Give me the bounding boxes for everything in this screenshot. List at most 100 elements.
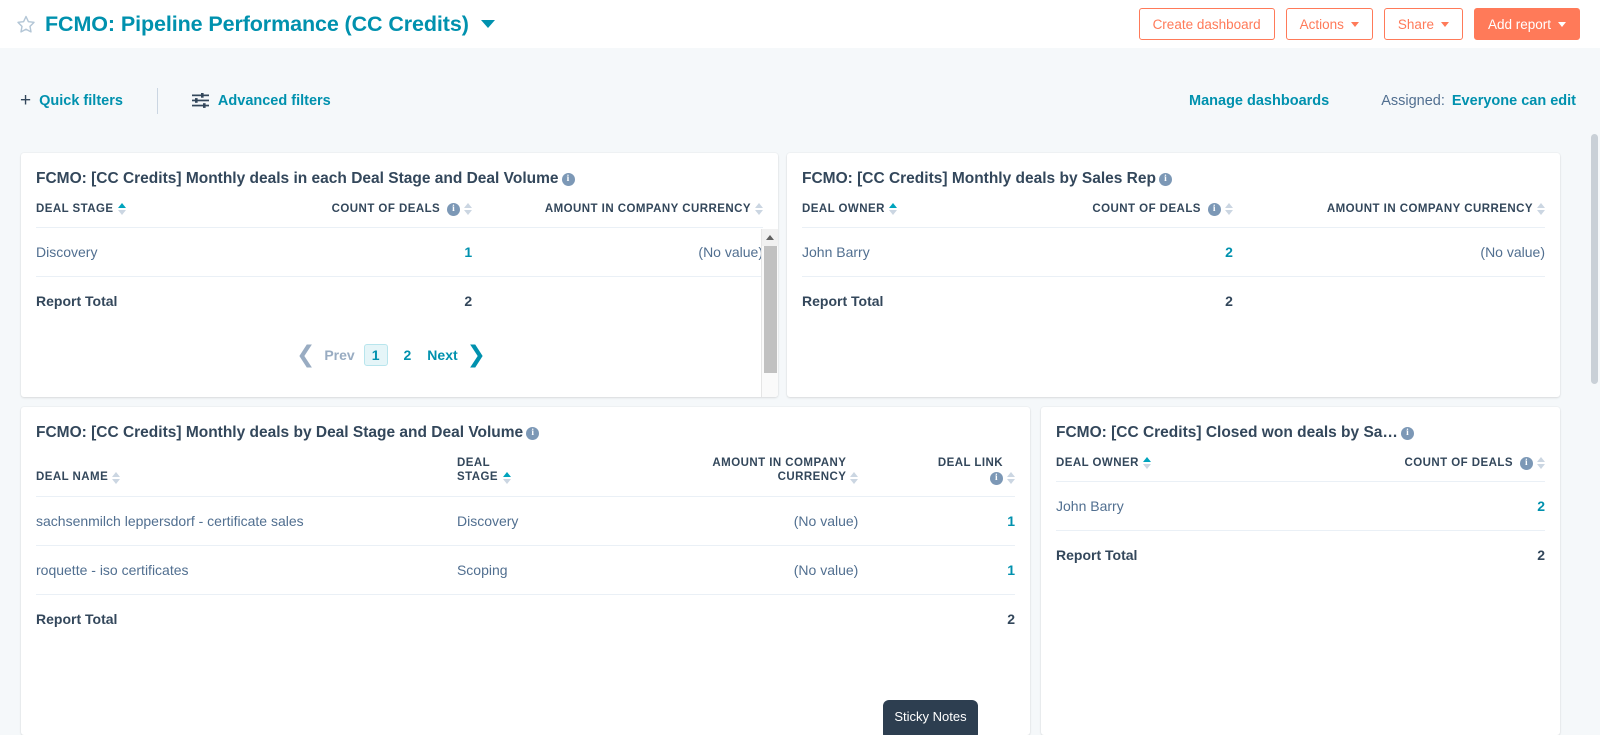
table-row[interactable]: sachsenmilch leppersdorf - certificate s… [36,495,1015,546]
report-card-closed-won-deals-by-sales-rep[interactable]: FCMO: [CC Credits] Closed won deals by S… [1041,407,1560,735]
report-table: DEAL OWNER COUNT OF DEALS i [1056,442,1545,580]
cell-amount: (No value) [472,227,763,277]
card-body: DEAL NAME DEAL STAGE AMOUNT IN COMPANY C… [21,442,1030,643]
table-row[interactable]: John Barry 2 (No value) [802,227,1545,277]
dashboard-title-group: FCMO: Pipeline Performance (CC Credits) [0,12,495,37]
pagination-page-2[interactable]: 2 [397,345,419,365]
column-header-amount-in-company-currency[interactable]: AMOUNT IN COMPANY CURRENCY [472,188,763,228]
pagination-prev-arrow-icon[interactable]: ❮ [296,343,315,366]
star-outline-icon[interactable] [16,14,36,34]
sort-icon[interactable] [1224,203,1233,216]
report-card-monthly-deals-by-stage-volume[interactable]: FCMO: [CC Credits] Monthly deals by Deal… [21,407,1030,735]
total-amount [472,276,763,326]
cell-count-of-deals[interactable]: 1 [275,227,473,277]
sort-icon[interactable] [888,203,897,216]
column-header-deal-name[interactable]: DEAL NAME [36,442,457,496]
report-card-monthly-deals-each-stage[interactable]: FCMO: [CC Credits] Monthly deals in each… [21,153,778,397]
total-count: 2 [1024,276,1233,326]
column-header-count-of-deals[interactable]: COUNT OF DEALS i [276,188,473,228]
column-label: DEAL LINK [937,457,1003,470]
share-button[interactable]: Share [1383,8,1463,40]
card-title: FCMO: [CC Credits] Monthly deals in each… [21,153,778,188]
column-label: AMOUNT IN COMPANY CURRENCY [1326,203,1533,215]
quick-filters-button[interactable]: + Quick filters [20,91,123,110]
add-report-label: Add report [1487,16,1551,32]
info-icon[interactable]: i [1158,172,1172,186]
column-header-deal-owner[interactable]: DEAL OWNER [802,188,1025,228]
column-header-deal-stage[interactable]: DEAL STAGE [457,442,604,496]
column-header-amount-in-company-currency[interactable]: AMOUNT IN COMPANY CURRENCY [604,442,859,496]
assigned-value-link[interactable]: Everyone can edit [1452,93,1576,109]
column-header-count-of-deals[interactable]: COUNT OF DEALS i [1310,442,1545,482]
sort-icon[interactable] [1142,457,1151,470]
pagination-page-1[interactable]: 1 [363,343,388,366]
add-report-button[interactable]: Add report [1473,8,1580,40]
pagination-next-arrow-icon[interactable]: ❯ [467,343,486,366]
sort-icon[interactable] [1007,471,1015,485]
info-icon[interactable]: i [561,172,575,186]
report-table: DEAL OWNER COUNT OF DEALS i [802,188,1545,326]
report-card-monthly-deals-by-sales-rep[interactable]: FCMO: [CC Credits] Monthly deals by Sale… [787,153,1560,397]
create-dashboard-button[interactable]: Create dashboard [1138,8,1275,40]
total-label: Report Total [36,593,457,643]
card-title-text: FCMO: [CC Credits] Monthly deals in each… [36,170,559,187]
cell-count-of-deals[interactable]: 2 [1310,481,1545,531]
info-icon[interactable]: i [526,426,540,440]
manage-dashboards-link[interactable]: Manage dashboards [1189,93,1329,109]
actions-label: Actions [1299,16,1344,32]
sort-icon[interactable] [502,471,511,485]
total-count: 2 [275,276,473,326]
card-scrollbar[interactable] [761,229,778,397]
sort-icon[interactable] [1537,457,1545,470]
table-row[interactable]: roquette - iso certificates Scoping (No … [36,544,1015,595]
cell-deal-stage: Discovery [36,227,276,277]
total-deal-link: 2 [858,593,1015,643]
cell-amount: (No value) [1232,227,1545,277]
share-label: Share [1397,16,1434,32]
info-icon[interactable]: i [990,471,1003,485]
column-header-amount-in-company-currency[interactable]: AMOUNT IN COMPANY CURRENCY [1233,188,1545,228]
total-label: Report Total [36,276,276,326]
column-label: DEAL STAGE [456,457,498,484]
sticky-notes-widget[interactable]: Sticky Notes [883,700,978,735]
sort-icon[interactable] [755,203,763,216]
filter-bar-right: Manage dashboards Assigned: Everyone can… [1189,93,1600,109]
sort-icon[interactable] [850,471,859,485]
page-scrollbar[interactable] [1588,48,1600,735]
info-icon[interactable]: i [1400,426,1414,440]
sort-icon[interactable] [464,203,473,216]
cell-amount: (No value) [603,495,859,546]
assigned-group: Assigned: Everyone can edit [1381,93,1576,109]
pagination-next-label[interactable]: Next [427,347,457,363]
scroll-up-icon[interactable] [761,229,778,246]
page-scrollbar-thumb[interactable] [1591,134,1598,384]
sliders-icon [191,93,209,108]
filter-bar-left: + Quick filters Advanced filters [0,87,331,114]
card-title: FCMO: [CC Credits] Closed won deals by S… [1041,407,1560,442]
pagination-prev-label[interactable]: Prev [324,347,354,363]
chevron-down-icon[interactable] [480,20,495,28]
column-header-deal-stage[interactable]: DEAL STAGE [36,188,276,228]
column-header-deal-owner[interactable]: DEAL OWNER [1056,442,1310,482]
actions-button[interactable]: Actions [1285,8,1373,40]
cell-count-of-deals[interactable]: 2 [1024,227,1233,277]
card-body: DEAL STAGE COUNT OF DEALS i AMOUNT IN CO… [21,188,778,397]
scrollbar-track[interactable] [761,246,778,397]
sort-icon[interactable] [112,471,121,485]
info-icon[interactable]: i [1520,457,1533,471]
table-row[interactable]: John Barry 2 [1056,481,1545,531]
cell-deal-link[interactable]: 1 [858,544,1015,595]
scrollbar-thumb[interactable] [763,246,777,373]
column-header-count-of-deals[interactable]: COUNT OF DEALS i [1025,188,1233,228]
column-header-deal-link[interactable]: DEAL LINK i [858,442,1015,496]
total-stage [456,593,604,643]
column-label: DEAL STAGE [36,203,114,215]
advanced-filters-button[interactable]: Advanced filters [191,93,331,109]
sort-icon[interactable] [117,203,126,216]
cell-deal-link[interactable]: 1 [858,495,1015,546]
table-row[interactable]: Discovery 1 (No value) [36,227,763,277]
info-icon[interactable]: i [1207,203,1221,217]
card-body: DEAL OWNER COUNT OF DEALS i [787,188,1560,326]
info-icon[interactable]: i [447,203,461,217]
sort-icon[interactable] [1537,203,1545,216]
